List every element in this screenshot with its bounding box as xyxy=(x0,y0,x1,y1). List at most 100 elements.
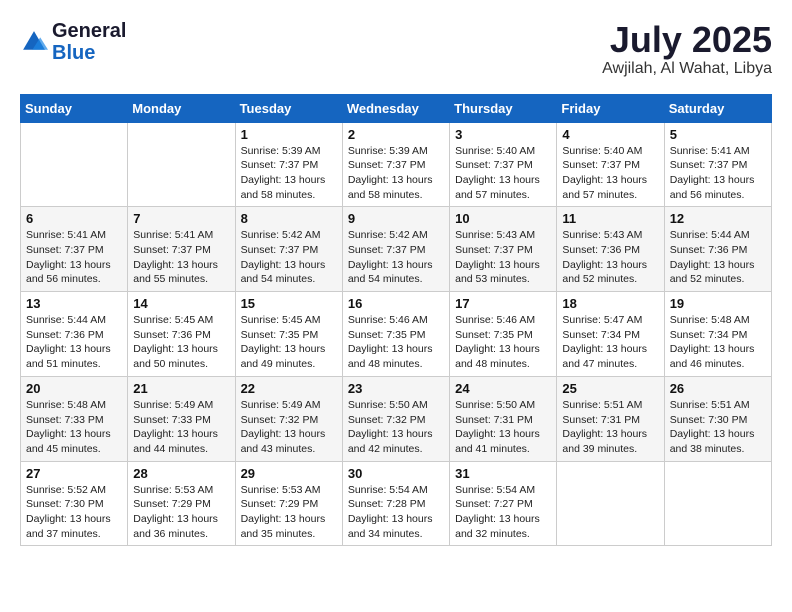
day-number: 12 xyxy=(670,211,766,226)
page-header: General Blue July 2025 Awjilah, Al Wahat… xyxy=(20,20,772,78)
day-cell xyxy=(664,461,771,546)
day-cell: 22Sunrise: 5:49 AM Sunset: 7:32 PM Dayli… xyxy=(235,376,342,461)
day-detail: Sunrise: 5:52 AM Sunset: 7:30 PM Dayligh… xyxy=(26,483,122,542)
day-detail: Sunrise: 5:43 AM Sunset: 7:36 PM Dayligh… xyxy=(562,228,658,287)
day-cell: 4 Sunrise: 5:40 AM Sunset: 7:37 PM Daylig… xyxy=(557,122,664,207)
day-cell: 19Sunrise: 5:48 AM Sunset: 7:34 PM Dayli… xyxy=(664,292,771,377)
day-detail: Sunrise: 5:50 AM Sunset: 7:31 PM Dayligh… xyxy=(455,398,551,457)
title-block: July 2025 Awjilah, Al Wahat, Libya xyxy=(602,20,772,78)
day-detail: Sunrise: 5:43 AM Sunset: 7:37 PM Dayligh… xyxy=(455,228,551,287)
day-cell xyxy=(128,122,235,207)
calendar-header: SundayMondayTuesdayWednesdayThursdayFrid… xyxy=(21,94,772,122)
calendar-body: 1Sunrise: 5:39 AM Sunset: 7:37 PM Daylig… xyxy=(21,122,772,546)
day-detail: Sunrise: 5:51 AM Sunset: 7:31 PM Dayligh… xyxy=(562,398,658,457)
day-detail: Sunrise: 5:42 AM Sunset: 7:37 PM Dayligh… xyxy=(241,228,337,287)
day-cell: 15 Sunrise: 5:45 AM Sunset: 7:35 PM Dayli… xyxy=(235,292,342,377)
day-number: 8 xyxy=(241,211,337,226)
calendar-table: SundayMondayTuesdayWednesdayThursdayFrid… xyxy=(20,94,772,547)
weekday-header-wednesday: Wednesday xyxy=(342,94,449,122)
day-number: 15 xyxy=(241,296,337,311)
day-detail: Sunrise: 5:40 AM Sunset: 7:37 PM Dayligh… xyxy=(562,144,658,203)
day-number: 11 xyxy=(562,211,658,226)
day-cell: 31 Sunrise: 5:54 AM Sunset: 7:27 PM Dayli… xyxy=(450,461,557,546)
day-detail: Sunrise: 5:51 AM Sunset: 7:30 PM Dayligh… xyxy=(670,398,766,457)
day-number: 23 xyxy=(348,381,444,396)
day-cell: 24 Sunrise: 5:50 AM Sunset: 7:31 PM Dayli… xyxy=(450,376,557,461)
logo-blue: Blue xyxy=(52,42,95,64)
day-number: 10 xyxy=(455,211,551,226)
day-cell: 29 Sunrise: 5:53 AM Sunset: 7:29 PM Dayli… xyxy=(235,461,342,546)
day-number: 26 xyxy=(670,381,766,396)
day-cell: 11 Sunrise: 5:43 AM Sunset: 7:36 PM Dayli… xyxy=(557,207,664,292)
location: Awjilah, Al Wahat, Libya xyxy=(602,60,772,78)
day-cell: 12 Sunrise: 5:44 AM Sunset: 7:36 PM Dayli… xyxy=(664,207,771,292)
day-detail: Sunrise: 5:45 AM Sunset: 7:35 PM Dayligh… xyxy=(241,313,337,372)
day-cell: 2Sunrise: 5:39 AM Sunset: 7:37 PM Daylig… xyxy=(342,122,449,207)
logo: General Blue xyxy=(20,20,126,64)
day-detail: Sunrise: 5:46 AM Sunset: 7:35 PM Dayligh… xyxy=(348,313,444,372)
day-detail: Sunrise: 5:54 AM Sunset: 7:27 PM Dayligh… xyxy=(455,483,551,542)
day-number: 5 xyxy=(670,127,766,142)
day-detail: Sunrise: 5:48 AM Sunset: 7:34 PM Dayligh… xyxy=(670,313,766,372)
day-cell: 7 Sunrise: 5:41 AM Sunset: 7:37 PM Daylig… xyxy=(128,207,235,292)
day-cell: 20 Sunrise: 5:48 AM Sunset: 7:33 PM Dayli… xyxy=(21,376,128,461)
day-cell: 21Sunrise: 5:49 AM Sunset: 7:33 PM Dayli… xyxy=(128,376,235,461)
day-cell: 6Sunrise: 5:41 AM Sunset: 7:37 PM Daylig… xyxy=(21,207,128,292)
day-cell xyxy=(21,122,128,207)
day-detail: Sunrise: 5:42 AM Sunset: 7:37 PM Dayligh… xyxy=(348,228,444,287)
day-number: 4 xyxy=(562,127,658,142)
day-cell: 28Sunrise: 5:53 AM Sunset: 7:29 PM Dayli… xyxy=(128,461,235,546)
day-number: 3 xyxy=(455,127,551,142)
day-detail: Sunrise: 5:45 AM Sunset: 7:36 PM Dayligh… xyxy=(133,313,229,372)
day-detail: Sunrise: 5:50 AM Sunset: 7:32 PM Dayligh… xyxy=(348,398,444,457)
day-detail: Sunrise: 5:41 AM Sunset: 7:37 PM Dayligh… xyxy=(133,228,229,287)
day-number: 1 xyxy=(241,127,337,142)
week-row-4: 20 Sunrise: 5:48 AM Sunset: 7:33 PM Dayli… xyxy=(21,376,772,461)
weekday-header-monday: Monday xyxy=(128,94,235,122)
day-cell: 26 Sunrise: 5:51 AM Sunset: 7:30 PM Dayli… xyxy=(664,376,771,461)
day-number: 17 xyxy=(455,296,551,311)
weekday-header-thursday: Thursday xyxy=(450,94,557,122)
day-detail: Sunrise: 5:53 AM Sunset: 7:29 PM Dayligh… xyxy=(241,483,337,542)
logo-icon xyxy=(20,28,48,56)
day-detail: Sunrise: 5:48 AM Sunset: 7:33 PM Dayligh… xyxy=(26,398,122,457)
day-cell: 27 Sunrise: 5:52 AM Sunset: 7:30 PM Dayli… xyxy=(21,461,128,546)
day-cell: 1Sunrise: 5:39 AM Sunset: 7:37 PM Daylig… xyxy=(235,122,342,207)
day-number: 22 xyxy=(241,381,337,396)
day-number: 21 xyxy=(133,381,229,396)
day-cell: 18Sunrise: 5:47 AM Sunset: 7:34 PM Dayli… xyxy=(557,292,664,377)
day-cell: 23 Sunrise: 5:50 AM Sunset: 7:32 PM Dayli… xyxy=(342,376,449,461)
week-row-3: 13 Sunrise: 5:44 AM Sunset: 7:36 PM Dayli… xyxy=(21,292,772,377)
weekday-row: SundayMondayTuesdayWednesdayThursdayFrid… xyxy=(21,94,772,122)
day-number: 27 xyxy=(26,466,122,481)
day-number: 7 xyxy=(133,211,229,226)
day-detail: Sunrise: 5:46 AM Sunset: 7:35 PM Dayligh… xyxy=(455,313,551,372)
day-cell: 30 Sunrise: 5:54 AM Sunset: 7:28 PM Dayli… xyxy=(342,461,449,546)
day-number: 9 xyxy=(348,211,444,226)
day-detail: Sunrise: 5:54 AM Sunset: 7:28 PM Dayligh… xyxy=(348,483,444,542)
day-number: 6 xyxy=(26,211,122,226)
day-number: 30 xyxy=(348,466,444,481)
weekday-header-tuesday: Tuesday xyxy=(235,94,342,122)
day-number: 24 xyxy=(455,381,551,396)
day-number: 13 xyxy=(26,296,122,311)
day-cell: 14Sunrise: 5:45 AM Sunset: 7:36 PM Dayli… xyxy=(128,292,235,377)
day-detail: Sunrise: 5:41 AM Sunset: 7:37 PM Dayligh… xyxy=(670,144,766,203)
day-detail: Sunrise: 5:47 AM Sunset: 7:34 PM Dayligh… xyxy=(562,313,658,372)
day-cell: 13 Sunrise: 5:44 AM Sunset: 7:36 PM Dayli… xyxy=(21,292,128,377)
day-detail: Sunrise: 5:44 AM Sunset: 7:36 PM Dayligh… xyxy=(26,313,122,372)
logo-text: General Blue xyxy=(52,20,126,64)
week-row-5: 27 Sunrise: 5:52 AM Sunset: 7:30 PM Dayli… xyxy=(21,461,772,546)
day-number: 31 xyxy=(455,466,551,481)
day-number: 20 xyxy=(26,381,122,396)
day-number: 16 xyxy=(348,296,444,311)
day-detail: Sunrise: 5:53 AM Sunset: 7:29 PM Dayligh… xyxy=(133,483,229,542)
day-detail: Sunrise: 5:44 AM Sunset: 7:36 PM Dayligh… xyxy=(670,228,766,287)
day-number: 29 xyxy=(241,466,337,481)
logo-general: General xyxy=(52,20,126,42)
month-title: July 2025 xyxy=(602,20,772,60)
week-row-2: 6 Sunrise: 5:41 AM Sunset: 7:37 PM Daylig… xyxy=(21,207,772,292)
weekday-header-saturday: Saturday xyxy=(664,94,771,122)
day-cell: 5 Sunrise: 5:41 AM Sunset: 7:37 PM Daylig… xyxy=(664,122,771,207)
weekday-header-friday: Friday xyxy=(557,94,664,122)
